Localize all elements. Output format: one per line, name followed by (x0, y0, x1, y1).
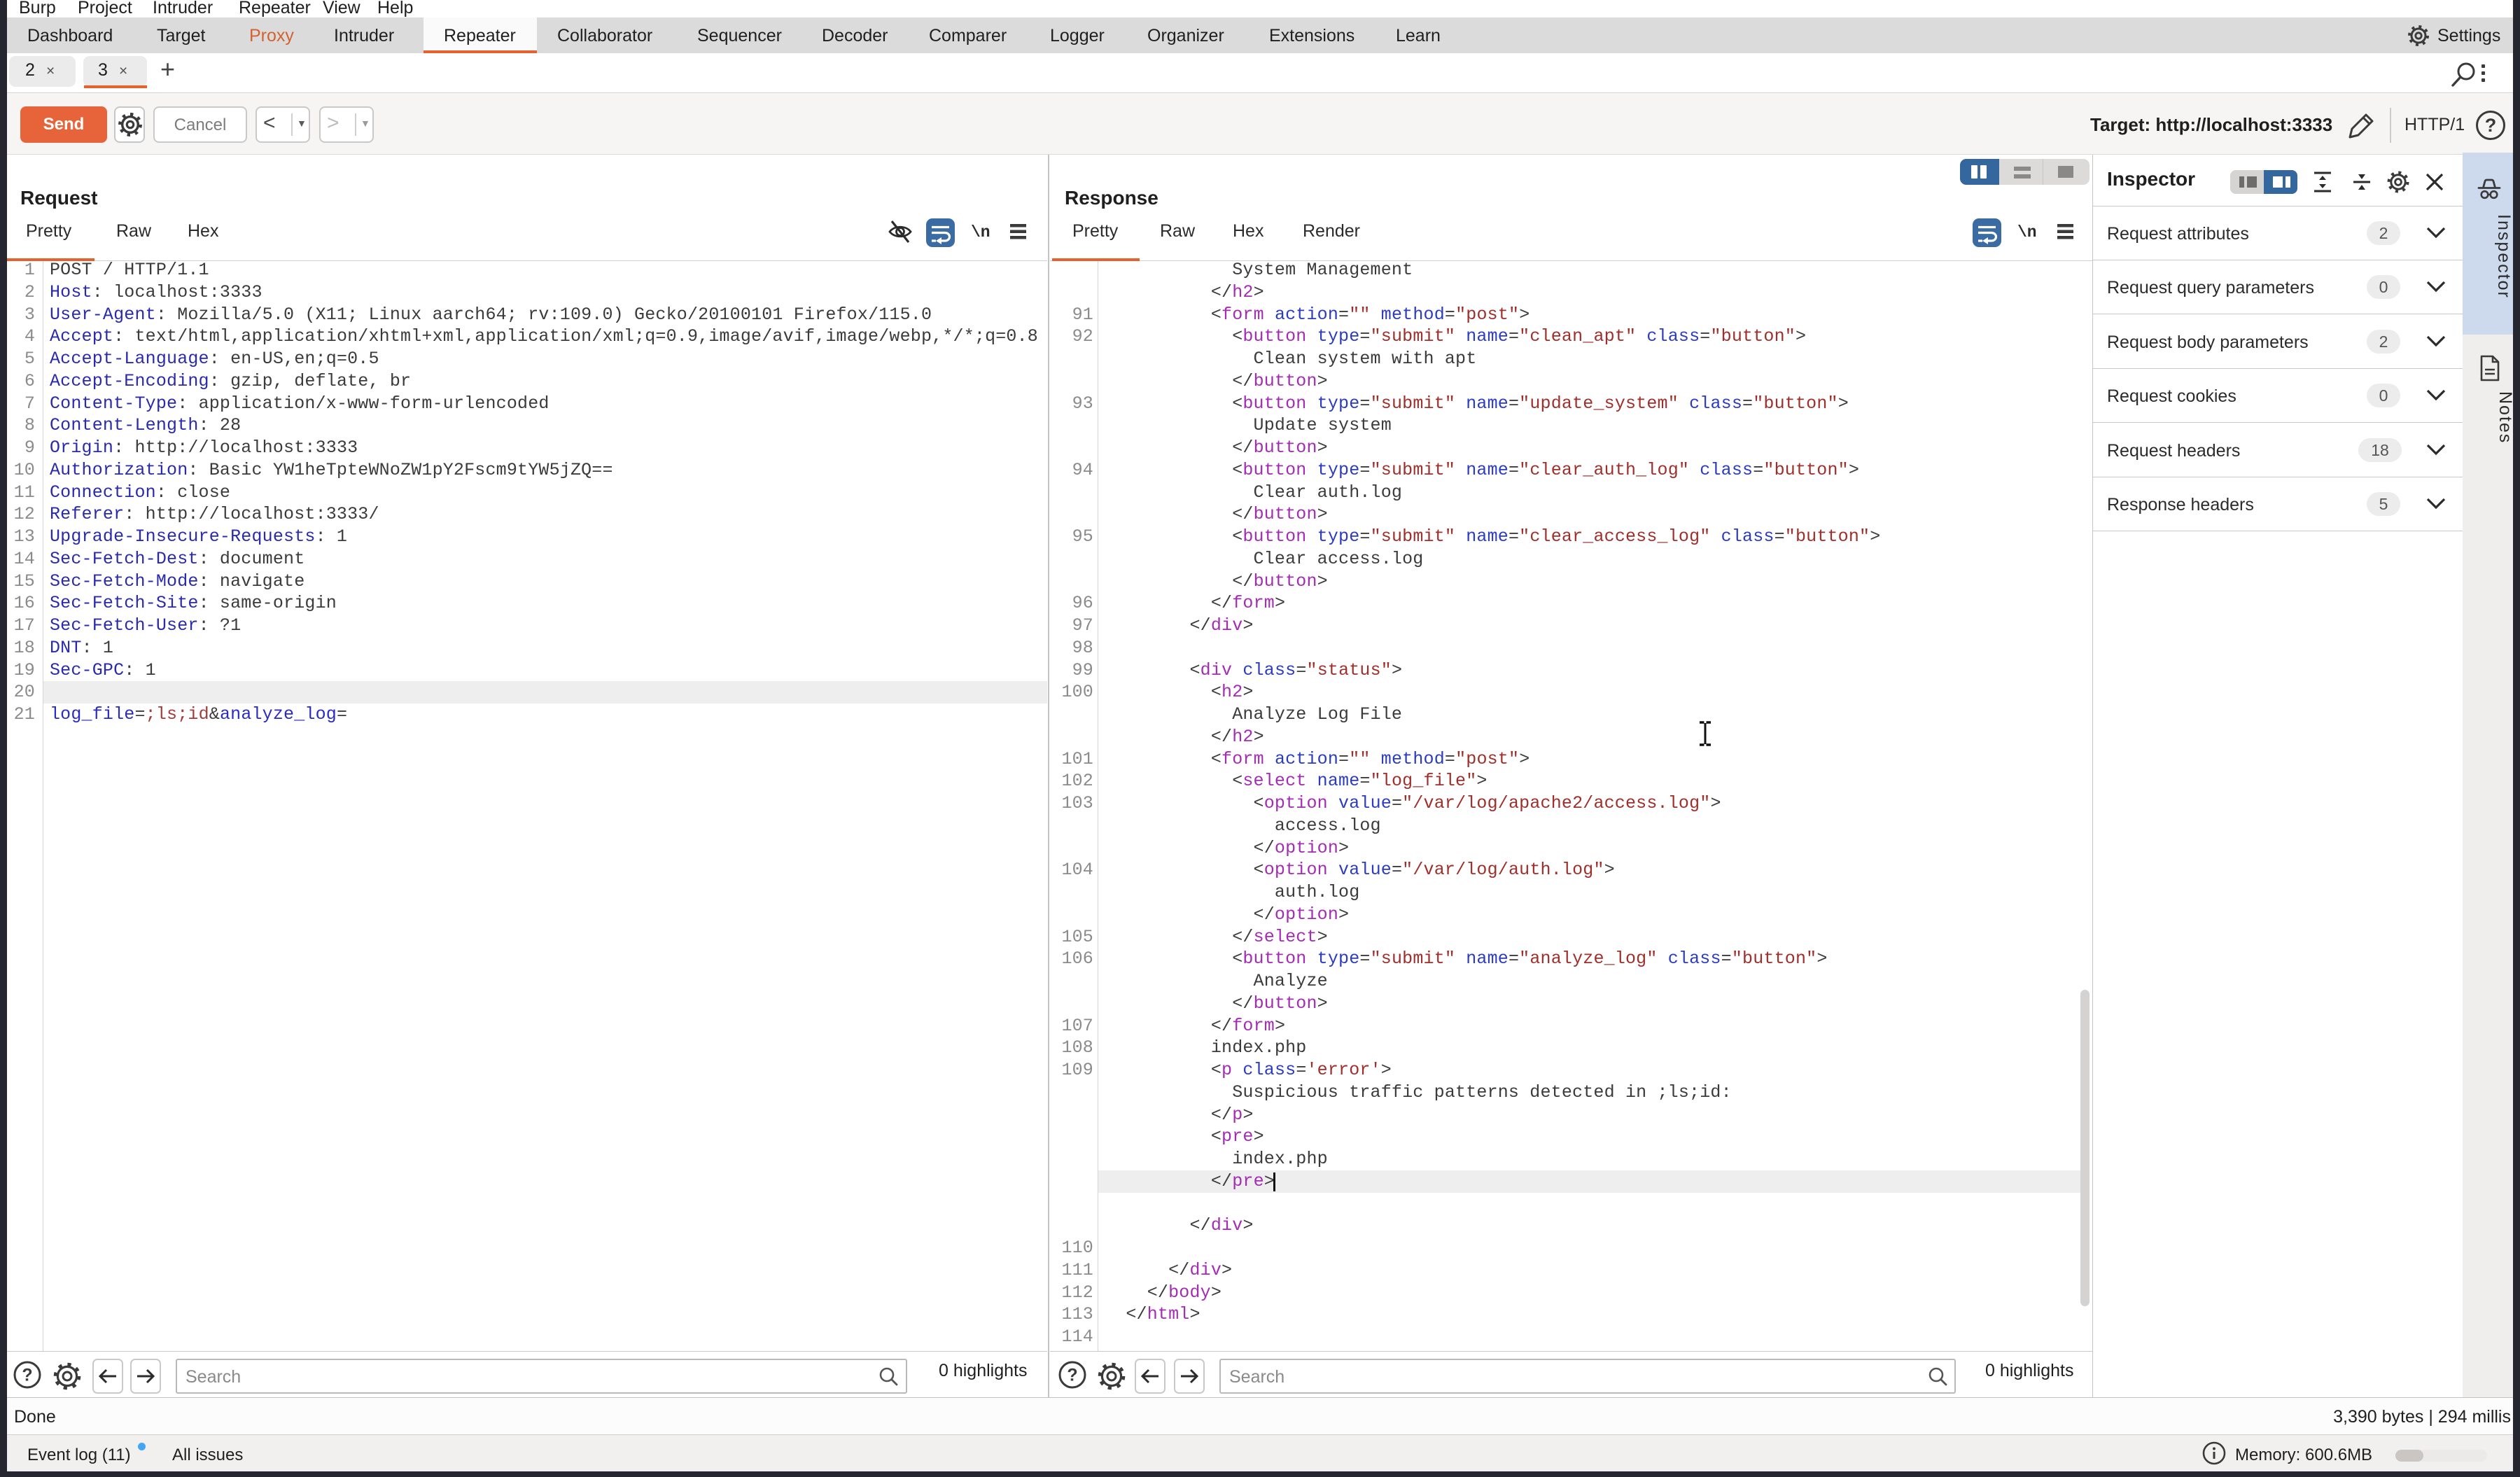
svg-text:?: ? (2485, 115, 2497, 136)
svg-text:?: ? (22, 1366, 32, 1385)
svg-text:?: ? (1067, 1366, 1077, 1385)
